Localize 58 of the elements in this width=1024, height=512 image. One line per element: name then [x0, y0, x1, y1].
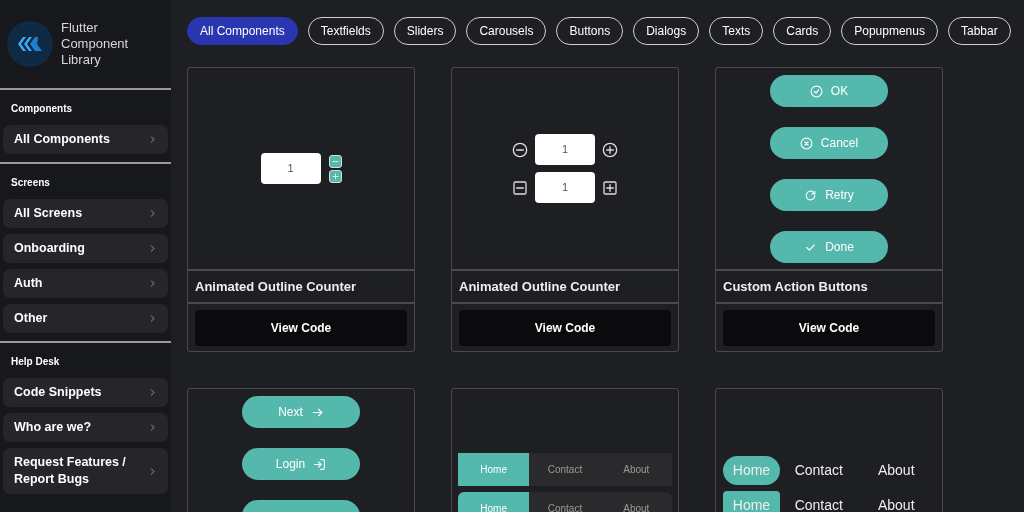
- sidebar-item-label: Auth: [14, 275, 44, 292]
- section-heading: Components: [10, 102, 74, 116]
- login-icon: [313, 457, 327, 471]
- chevron-right-icon: [148, 135, 157, 144]
- view-code-button[interactable]: View Code: [459, 310, 671, 346]
- chevron-right-icon: [148, 209, 157, 218]
- card-title: Custom Action Buttons: [722, 277, 869, 296]
- sidebar-item[interactable]: Who are we?: [3, 413, 168, 442]
- chevron-right-icon: [148, 314, 157, 323]
- sidebar-item[interactable]: All Screens: [3, 199, 168, 228]
- logo-icon: [7, 21, 53, 67]
- section-heading: Help Desk: [10, 355, 61, 369]
- chevron-right-icon: [148, 244, 157, 253]
- refresh-icon: [804, 188, 818, 202]
- sidebar-item-label: Request Features / Report Bugs: [14, 454, 127, 488]
- sidebar-item-label: Code Snippets: [14, 384, 103, 401]
- check-circle-icon: [809, 84, 823, 98]
- tab[interactable]: About: [857, 491, 935, 512]
- card-title: Animated Outline Counter: [194, 277, 358, 296]
- minus-button[interactable]: [328, 154, 342, 168]
- tab[interactable]: Contact: [529, 453, 601, 486]
- tab[interactable]: About: [857, 456, 935, 485]
- plus-icon: [330, 171, 340, 181]
- sidebar-item-label: All Screens: [14, 205, 84, 222]
- minus-square-icon[interactable]: [512, 179, 528, 196]
- sidebar-item[interactable]: Request Features / Report Bugs: [3, 448, 168, 494]
- tab[interactable]: About: [600, 492, 672, 512]
- chevron-right-icon: [148, 466, 157, 476]
- section-heading: Screens: [10, 176, 51, 190]
- filter-chip[interactable]: All Components: [187, 17, 298, 45]
- sidebar-item[interactable]: Code Snippets: [3, 378, 168, 407]
- tab[interactable]: Contact: [780, 491, 858, 512]
- plus-button[interactable]: [328, 169, 342, 183]
- sidebar-item[interactable]: Other: [3, 304, 168, 333]
- sidebar-item[interactable]: All Components: [3, 125, 168, 154]
- tab[interactable]: Contact: [529, 492, 601, 512]
- plus-circle-icon[interactable]: [602, 141, 618, 158]
- counter-field[interactable]: 1: [535, 134, 595, 165]
- sidebar-item[interactable]: Auth: [3, 269, 168, 298]
- minus-circle-icon[interactable]: [512, 141, 528, 158]
- view-code-button[interactable]: View Code: [723, 310, 935, 346]
- chevron-right-icon: [148, 388, 157, 397]
- sidebar-item-label: All Components: [14, 131, 111, 148]
- chevron-right-icon: [148, 423, 157, 432]
- chevron-right-icon: [148, 279, 157, 288]
- counter-field[interactable]: 1: [535, 172, 595, 203]
- tab[interactable]: About: [600, 453, 672, 486]
- plus-square-icon[interactable]: [602, 179, 618, 196]
- counter-field[interactable]: 1: [260, 153, 321, 184]
- sidebar-item-label: Other: [14, 310, 49, 327]
- card-title: Animated Outline Counter: [458, 277, 622, 296]
- sidebar-item[interactable]: Onboarding: [3, 234, 168, 263]
- close-circle-icon: [799, 136, 813, 150]
- app-title: Flutter Component Library: [61, 20, 130, 68]
- tab[interactable]: Contact: [780, 456, 858, 485]
- view-code-button[interactable]: View Code: [195, 310, 407, 346]
- sidebar-item-label: Who are we?: [14, 419, 93, 436]
- sidebar-item-label: Onboarding: [14, 240, 86, 257]
